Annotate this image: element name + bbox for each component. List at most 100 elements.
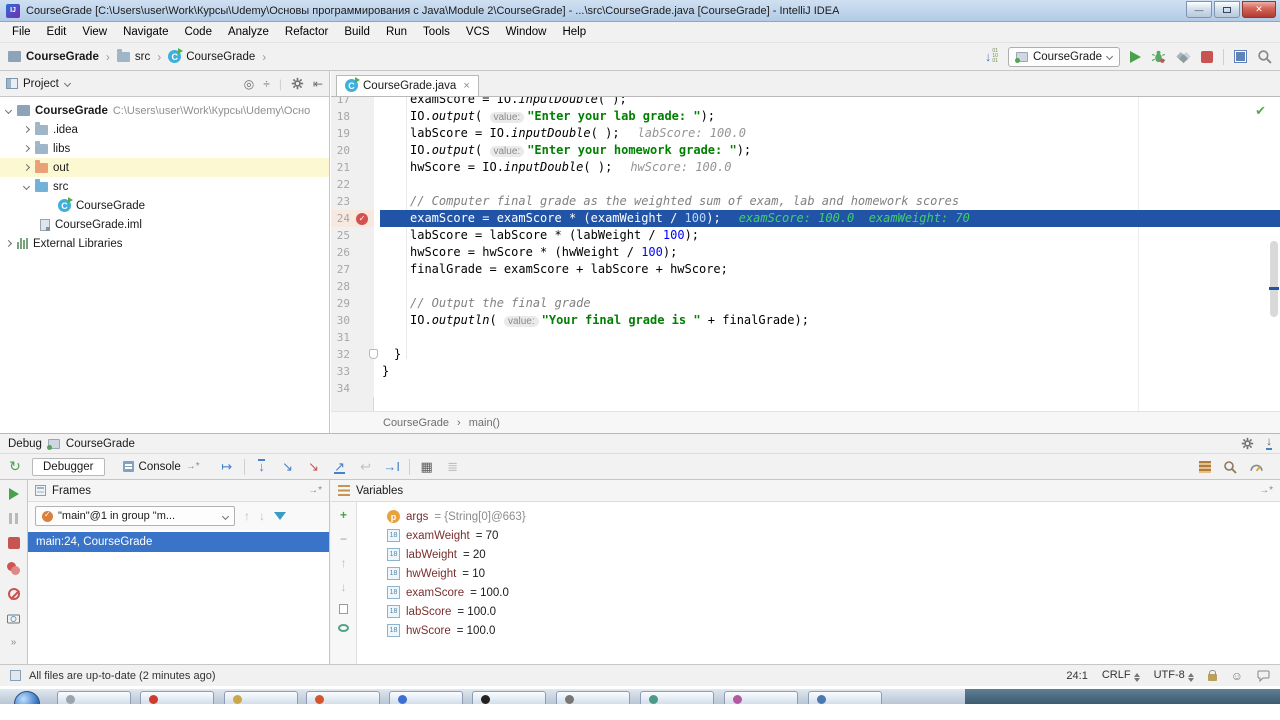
menu-build[interactable]: Build <box>336 26 378 38</box>
variable-row[interactable]: 18examWeight= 70 <box>387 526 1280 545</box>
line-number[interactable]: 34 <box>331 380 374 397</box>
toolwindow-toggle-icon[interactable] <box>10 670 21 681</box>
encoding-widget[interactable]: UTF-8 <box>1154 669 1194 682</box>
threads-view-icon[interactable] <box>1199 461 1211 473</box>
title-bar[interactable]: IJ CourseGrade [C:\Users\user\Work\Курсы… <box>0 0 1280 22</box>
menu-refactor[interactable]: Refactor <box>277 26 336 38</box>
next-frame-icon[interactable]: ↓ <box>259 509 265 523</box>
taskbar-button[interactable] <box>389 691 463 704</box>
start-orb[interactable] <box>14 691 40 704</box>
caret-position[interactable]: 24:1 <box>1066 670 1087 682</box>
thread-dump-camera-icon[interactable] <box>7 613 20 624</box>
menu-edit[interactable]: Edit <box>39 26 75 38</box>
breadcrumb-method[interactable]: main() <box>469 417 500 429</box>
line-number[interactable]: 33 <box>331 363 374 380</box>
structure-grid-icon[interactable] <box>1234 50 1247 63</box>
code-line[interactable]: 30IO.outputln( value:"Your final grade i… <box>331 312 1280 329</box>
code-line[interactable]: 18IO.output( value:"Enter your lab grade… <box>331 108 1280 125</box>
tree-item-coursegrade-class[interactable]: C CourseGrade <box>0 196 329 215</box>
menu-code[interactable]: Code <box>176 26 220 38</box>
rerun-icon[interactable]: ↻ <box>6 458 24 475</box>
code-line[interactable]: 29// Output the final grade <box>331 295 1280 312</box>
line-number[interactable]: 21 <box>331 159 374 176</box>
run-button[interactable] <box>1130 51 1141 63</box>
taskbar-button[interactable] <box>556 691 630 704</box>
taskbar-button[interactable] <box>57 691 131 704</box>
debug-button[interactable] <box>1151 49 1166 64</box>
code-line[interactable]: 20IO.output( value:"Enter your homework … <box>331 142 1280 159</box>
taskbar-button[interactable] <box>724 691 798 704</box>
breadcrumb-src[interactable]: src <box>135 51 150 63</box>
code-line[interactable]: 19labScore = IO.inputDouble( );labScore:… <box>331 125 1280 142</box>
menu-help[interactable]: Help <box>554 26 594 38</box>
show-execution-point-icon[interactable]: ↦ <box>218 459 236 475</box>
inspections-hector-icon[interactable]: ☺ <box>1231 669 1243 683</box>
variable-row[interactable]: 18labWeight= 20 <box>387 545 1280 564</box>
minimize-button[interactable]: — <box>1186 1 1212 18</box>
breakpoint-icon[interactable] <box>356 213 368 225</box>
trace-icon[interactable]: ≣ <box>444 459 462 475</box>
taskbar-button[interactable] <box>306 691 380 704</box>
stack-frame-selected[interactable]: main:24, CourseGrade <box>28 532 329 552</box>
run-to-cursor-icon[interactable]: →I <box>383 459 401 474</box>
chevron-expanded-icon[interactable] <box>23 183 30 190</box>
code-line[interactable]: 28 <box>331 278 1280 295</box>
stop-button[interactable] <box>1201 51 1213 63</box>
memory-gauge-icon[interactable] <box>1249 461 1264 472</box>
step-over-icon[interactable]: ↓ <box>258 459 265 472</box>
code-line[interactable]: 25labScore = labScore * (labWeight / 100… <box>331 227 1280 244</box>
line-number[interactable]: 32 <box>331 346 374 363</box>
gear-icon[interactable] <box>1241 437 1254 450</box>
variable-row[interactable]: 18hwScore= 100.0 <box>387 621 1280 640</box>
code-line[interactable]: 33} <box>331 363 1280 380</box>
tab-console[interactable]: Console→* <box>113 459 210 475</box>
filter-frames-icon[interactable] <box>274 512 286 520</box>
search-settings-icon[interactable] <box>1223 460 1237 474</box>
mute-breakpoints-icon[interactable] <box>8 588 20 600</box>
tree-item-iml[interactable]: CourseGrade.iml <box>0 215 329 234</box>
move-up-icon[interactable]: ↑ <box>341 556 347 570</box>
close-button[interactable]: ✕ <box>1242 1 1276 18</box>
stop-button[interactable] <box>8 537 20 549</box>
taskbar-button[interactable] <box>808 691 882 704</box>
menu-vcs[interactable]: VCS <box>458 26 498 38</box>
taskbar-button[interactable] <box>472 691 546 704</box>
line-number[interactable]: 17 <box>331 97 374 108</box>
line-number[interactable]: 28 <box>331 278 374 295</box>
remove-watch-icon[interactable]: − <box>340 532 347 546</box>
force-step-into-icon[interactable]: ↘ <box>305 459 323 475</box>
previous-frame-icon[interactable]: ↑ <box>244 509 250 523</box>
code-area[interactable]: 17examScore = IO.inputDouble( ); 18IO.ou… <box>331 97 1280 411</box>
breadcrumb-project[interactable]: CourseGrade <box>26 51 99 63</box>
line-number[interactable]: 22 <box>331 176 374 193</box>
menu-tools[interactable]: Tools <box>415 26 458 38</box>
chevron-expanded-icon[interactable] <box>5 107 12 114</box>
maximize-button[interactable] <box>1214 1 1240 18</box>
move-down-icon[interactable]: ↓ <box>341 580 347 594</box>
editor-scrollbar[interactable] <box>1270 241 1278 317</box>
line-number[interactable]: 25 <box>331 227 374 244</box>
chevron-collapsed-icon[interactable] <box>23 145 30 152</box>
close-tab-icon[interactable]: × <box>463 80 469 92</box>
code-line[interactable]: 34 <box>331 380 1280 397</box>
line-number[interactable]: 23 <box>331 193 374 210</box>
step-into-icon[interactable]: ↘ <box>279 459 297 475</box>
tree-item-libs[interactable]: libs <box>0 139 329 158</box>
hide-panel-icon[interactable]: ↓ <box>1266 437 1272 450</box>
evaluate-expression-icon[interactable]: ▦ <box>418 459 436 475</box>
run-configuration-select[interactable]: CourseGrade <box>1008 47 1120 67</box>
taskbar-empty-area[interactable] <box>965 689 1280 704</box>
line-number[interactable]: 27 <box>331 261 374 278</box>
line-number[interactable]: 30 <box>331 312 374 329</box>
code-line[interactable]: 17examScore = IO.inputDouble( ); <box>331 97 1280 108</box>
variable-row[interactable]: 18labScore= 100.0 <box>387 602 1280 621</box>
tree-item-idea[interactable]: .idea <box>0 120 329 139</box>
line-number[interactable]: 19 <box>331 125 374 142</box>
menu-view[interactable]: View <box>74 26 115 38</box>
duplicate-icon[interactable] <box>339 604 348 614</box>
project-dropdown-icon[interactable] <box>64 80 71 87</box>
collapse-all-icon[interactable]: ÷ <box>263 77 270 91</box>
inspections-ok-icon[interactable]: ✔ <box>1255 103 1266 119</box>
tree-item-external-libraries[interactable]: External Libraries <box>0 234 329 253</box>
code-line-execution-point[interactable]: 24examScore = examScore * (examWeight / … <box>331 210 1280 227</box>
